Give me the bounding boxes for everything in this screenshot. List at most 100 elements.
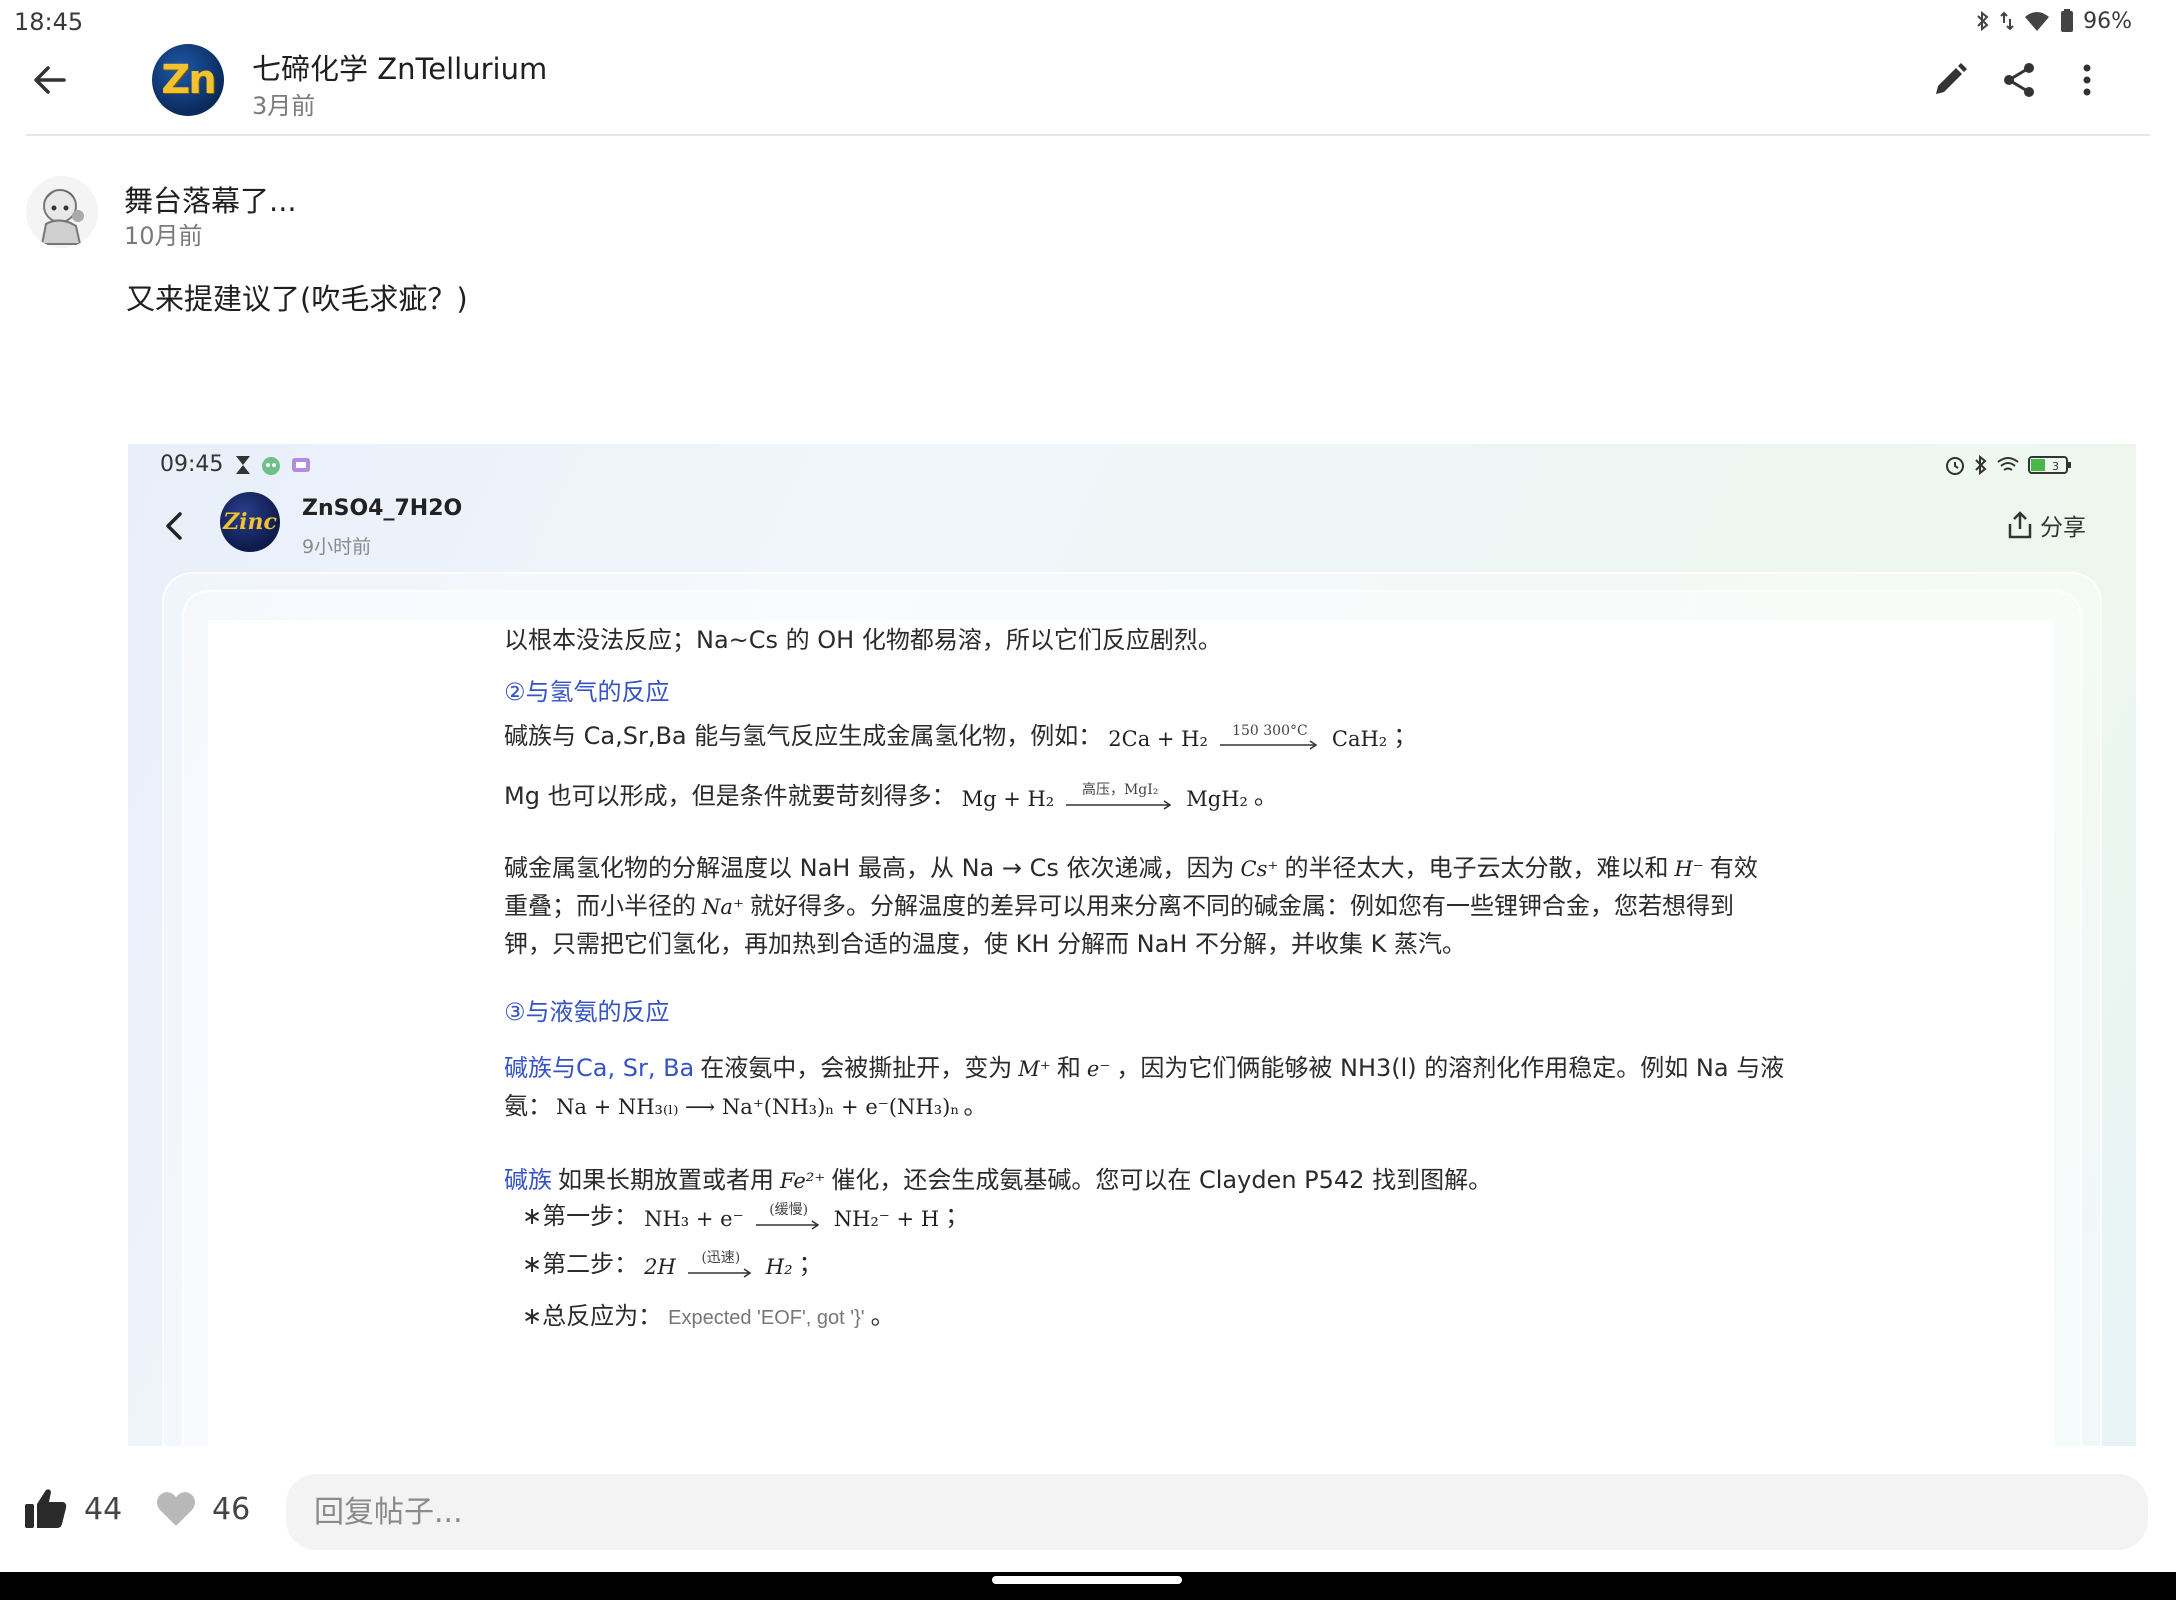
embed-bluetooth-icon (1975, 454, 1987, 476)
doc-p3-text: Mg 也可以形成，但是条件就要苛刻得多： (504, 782, 956, 810)
doc-step1-arrow-label: (缓慢) (769, 1202, 809, 1218)
doc-step2-label: ∗第二步： (522, 1250, 639, 1278)
favorite-button[interactable] (154, 1486, 198, 1530)
doc-line-1: 以根本没法反应；Na~Cs 的 OH 化物都易溶，所以它们反应剧烈。 (504, 626, 1222, 654)
embed-post-time: 9小时前 (302, 536, 372, 558)
doc-step1-label: ∗第一步： (522, 1202, 639, 1230)
embed-back-button[interactable] (156, 506, 196, 546)
doc-p5-math-m: M⁺ (1018, 1057, 1051, 1081)
share-icon (2004, 63, 2034, 97)
doc-step1-left: NH₃ + e⁻ (644, 1207, 744, 1231)
like-count: 44 (84, 1492, 123, 1527)
doc-p5-line-1: 碱族与Ca, Sr, Ba 在液氨中，会被撕扯开，变为 M⁺ 和 e⁻ ，因为它… (504, 1048, 1784, 1083)
more-options-button[interactable] (2063, 56, 2111, 104)
embed-status-right-icons: 3 (1944, 454, 2072, 476)
doc-step-1: ∗第一步： NH₃ + e⁻ (缓慢) NH₂⁻ + H ； (522, 1196, 969, 1231)
doc-p2-arrow-label: 150 300°C (1232, 723, 1308, 739)
more-vert-icon (2083, 64, 2091, 96)
bluetooth-icon (1977, 10, 1989, 32)
doc-p6-line: 碱族 如果长期放置或者用 Fe²⁺ 催化，还会生成氨基碱。您可以在 Clayde… (504, 1160, 1492, 1195)
heart-icon (157, 1491, 195, 1526)
back-arrow-icon (34, 66, 66, 94)
embed-share-label: 分享 (2040, 515, 2086, 541)
author-avatar[interactable]: Zn (152, 44, 224, 116)
chevron-left-icon (166, 512, 182, 540)
gesture-handle[interactable] (992, 1576, 1182, 1584)
doc-p2-end: ； (1393, 722, 1418, 750)
doc-p6-math-fe: Fe²⁺ (780, 1169, 826, 1193)
doc-p4-line-3: 钾，只需把它们氢化，再加热到合适的温度，使 KH 分解而 NaH 不分解，并收集… (504, 930, 1467, 958)
data-arrows-icon (2000, 11, 2014, 31)
doc-p5-and: 和 (1056, 1054, 1081, 1082)
doc-p4-l2-b: 就好得多。分解温度的差异可以用来分离不同的碱金属：例如您有一些锂钾合金，您若想得… (749, 892, 1734, 920)
reply-author-name[interactable]: 舞台落幕了... (124, 178, 297, 220)
doc-step3-error: Expected 'EOF', got '}' (668, 1307, 865, 1329)
doc-paragraph-hydrides: 碱族与 Ca,Sr,Ba 能与氢气反应生成金属氢化物，例如： 2Ca + H₂ … (504, 716, 1417, 751)
upload-share-icon (2008, 511, 2032, 539)
doc-p4-l1-math-h: H⁻ (1674, 857, 1704, 881)
doc-p3-end: 。 (1253, 782, 1278, 810)
author-name[interactable]: 七碲化学 ZnTellurium (252, 46, 547, 88)
back-button[interactable] (26, 56, 74, 104)
doc-step3-end: 。 (870, 1302, 895, 1330)
doc-p5-line-2: 氨： Na + NH₃₍ₗ₎ ⟶ Na⁺(NH₃)ₙ + e⁻(NH₃)ₙ 。 (504, 1086, 987, 1121)
status-time: 18:45 (14, 8, 84, 36)
long-right-arrow-icon (687, 1268, 752, 1278)
doc-p3-math-left: Mg + H₂ (961, 787, 1055, 811)
post-time: 3月前 (252, 92, 316, 120)
doc-p5-l2-math: Na + NH₃₍ₗ₎ ⟶ Na⁺(NH₃)ₙ + e⁻(NH₃)ₙ (556, 1095, 960, 1119)
doc-p2-math-right: CaH₂ (1331, 727, 1388, 751)
doc-p5-l2-end: 。 (963, 1092, 988, 1120)
long-right-arrow-icon (1066, 800, 1172, 810)
doc-step2-arrow: (迅速) (686, 1247, 756, 1279)
like-button[interactable] (22, 1484, 70, 1532)
app-notification-icon (262, 457, 280, 475)
doc-p4-l1-math-cs: Cs⁺ (1240, 857, 1279, 881)
doc-p4-line-2: 重叠；而小半径的 Na⁺ 就好得多。分解温度的差异可以用来分离不同的碱金属：例如… (504, 886, 1734, 921)
doc-p5-math-e: e⁻ (1086, 1057, 1111, 1081)
long-right-arrow-icon (1219, 740, 1318, 750)
embed-share-button[interactable]: 分享 (2006, 508, 2086, 542)
doc-p3-math-right: MgH₂ (1186, 787, 1248, 811)
doc-p5-b: ，因为它们俩能够被 NH3(l) 的溶剂化作用稳定。例如 Na 与液 (1116, 1054, 1785, 1082)
doc-step-2: ∗第二步： 2H (迅速) H₂ ； (522, 1244, 823, 1279)
doc-p6-link[interactable]: 碱族 (504, 1160, 552, 1195)
embed-battery-icon: 3 (2028, 456, 2071, 474)
embed-avatar-text: Zinc (223, 509, 277, 535)
doc-p3-arrow: 高压，MgI₂ (1064, 779, 1176, 811)
embed-author-avatar[interactable]: Zinc (220, 492, 280, 552)
embed-status-time: 09:45 (160, 452, 224, 477)
reply-input[interactable] (286, 1474, 2148, 1550)
embed-battery-level: 3 (2052, 460, 2059, 473)
doc-p6-b: 催化，还会生成氨基碱。您可以在 Clayden P542 找到图解。 (831, 1166, 1493, 1194)
embed-wifi-icon (1997, 457, 2019, 471)
reply-time: 10月前 (124, 222, 203, 250)
doc-p2-text: 碱族与 Ca,Sr,Ba 能与氢气反应生成金属氢化物，例如： (504, 722, 1103, 750)
doc-p4-l1-b: 的半径太大，电子云太分散，难以和 (1284, 854, 1669, 882)
edit-pencil-icon (1936, 63, 1967, 94)
anime-avatar-image (26, 176, 98, 248)
reply-avatar[interactable] (26, 176, 98, 248)
doc-heading-hydrogen[interactable]: ②与氢气的反应 (504, 672, 670, 707)
doc-p3-arrow-label: 高压，MgI₂ (1081, 782, 1159, 798)
doc-p2-math-left: 2Ca + H₂ (1108, 727, 1208, 751)
doc-p5-link[interactable]: 碱族与Ca, Sr, Ba (504, 1048, 694, 1083)
doc-p5-l2-a: 氨： (504, 1092, 552, 1120)
doc-p5-a: 在液氨中，会被撕扯开，变为 (700, 1054, 1013, 1082)
doc-p4-l2-math-na: Na⁺ (702, 895, 744, 919)
embed-status-left-icons (234, 454, 312, 476)
doc-step1-end: ； (945, 1202, 970, 1230)
share-button[interactable] (1995, 56, 2043, 104)
embed-author-name[interactable]: ZnSO4_7H2O (302, 496, 462, 521)
doc-step2-end: ； (798, 1250, 823, 1278)
long-right-arrow-icon (755, 1220, 820, 1230)
doc-paragraph-mg: Mg 也可以形成，但是条件就要苛刻得多： Mg + H₂ 高压，MgI₂ MgH… (504, 776, 1278, 811)
edit-button[interactable] (1926, 56, 1974, 104)
embedded-screenshot[interactable]: 09:45 3 Zinc ZnSO4_7H2O 9小时前 分享 以根本没法反应；… (128, 444, 2136, 1446)
media-notification-icon (292, 458, 310, 472)
doc-step1-arrow: (缓慢) (754, 1199, 824, 1231)
doc-p4-l2-a: 重叠；而小半径的 (504, 892, 696, 920)
doc-heading-ammonia[interactable]: ③与液氨的反应 (504, 992, 670, 1027)
doc-step3-label: ∗总反应为： (522, 1302, 663, 1330)
doc-step2-left: 2H (644, 1255, 676, 1279)
